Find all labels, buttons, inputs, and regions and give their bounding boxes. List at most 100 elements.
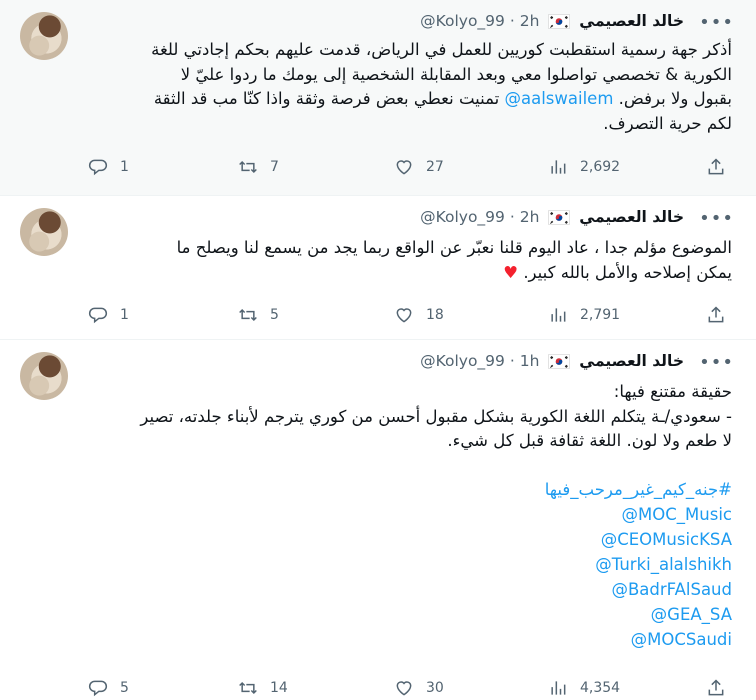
heart-icon: [394, 678, 414, 698]
reply-bubble-icon: [88, 678, 108, 698]
views-bar-icon: [548, 305, 568, 325]
avatar[interactable]: [20, 208, 68, 256]
tweet-3[interactable]: ••• خالد العصيمي @Kolyo_99 · 1h حقيقة مق…: [0, 340, 756, 696]
more-options-icon[interactable]: •••: [699, 12, 734, 33]
heart-icon: [394, 305, 414, 325]
text-line: أذكر جهة رسمية استقطبت كوريين للعمل في ا…: [151, 40, 732, 59]
like-count: 18: [426, 307, 444, 323]
avatar[interactable]: [20, 12, 68, 60]
text-line: لكم حرية التصرف.: [603, 113, 732, 133]
tweet-header: خالد العصيمي @Kolyo_99 · 2h: [84, 12, 684, 34]
text-line: حقيقة مقتنع فيها:: [613, 382, 732, 401]
view-count: 2,692: [580, 159, 621, 175]
author-handle[interactable]: @Kolyo_99: [420, 12, 505, 30]
view-count: 2,791: [580, 307, 621, 323]
retweet-button[interactable]: 7: [238, 155, 279, 179]
text-line: بقبول ولا برفض. @aalswailem تمنيت نعطي ب…: [92, 87, 732, 112]
reply-bubble-icon: [88, 305, 108, 325]
retweet-count: 5: [270, 307, 279, 323]
red-heart-emoji: ♥: [503, 262, 519, 282]
tweet-1[interactable]: ••• خالد العصيمي @Kolyo_99 · 2h أذكر جهة…: [0, 0, 756, 196]
author-meta: @Kolyo_99 · 2h: [420, 208, 539, 226]
author-meta: @Kolyo_99 · 2h: [420, 12, 539, 30]
more-options-icon[interactable]: •••: [699, 352, 734, 373]
text-fragment: يمكن إصلاحه والأمل بالله كبير.: [523, 262, 732, 282]
retweet-icon: [238, 157, 258, 177]
views-button[interactable]: 4,354: [548, 676, 620, 700]
view-count: 4,354: [580, 680, 621, 696]
reply-button[interactable]: 1: [88, 303, 129, 327]
mention-link[interactable]: @GEA_SA: [651, 605, 732, 624]
like-button[interactable]: 30: [394, 676, 444, 700]
south-korea-flag-icon: [548, 210, 570, 225]
tweet-header: خالد العصيمي @Kolyo_99 · 1h: [84, 352, 684, 374]
south-korea-flag-icon: [548, 354, 570, 369]
text-line: الكورية & تخصصي تواصلوا معي وبعد المقابل…: [180, 64, 732, 84]
retweet-button[interactable]: 5: [238, 303, 279, 327]
mention-link[interactable]: @Turki_alalshikh: [595, 555, 732, 574]
mention-link[interactable]: @MOC_Music: [622, 505, 732, 524]
retweet-count: 14: [270, 680, 288, 696]
meta-separator: ·: [509, 208, 515, 226]
retweet-icon: [238, 305, 258, 325]
retweet-icon: [238, 678, 258, 698]
like-button[interactable]: 27: [394, 155, 444, 179]
mention-link[interactable]: @BadrFAlSaud: [611, 580, 732, 599]
author-meta: @Kolyo_99 · 1h: [420, 352, 539, 370]
share-upload-icon: [706, 157, 726, 177]
meta-separator: ·: [509, 352, 515, 370]
like-count: 30: [426, 680, 444, 696]
views-button[interactable]: 2,791: [548, 303, 620, 327]
tweet-actions: 1 7 27 2,692: [82, 155, 732, 179]
author-name[interactable]: خالد العصيمي: [579, 352, 684, 370]
tweet-text: أذكر جهة رسمية استقطبت كوريين للعمل في ا…: [92, 38, 732, 136]
text-line: الموضوع مؤلم جدا ، عاد اليوم قلنا نعبّر …: [176, 238, 732, 257]
hashtag-link[interactable]: #جنه_كيم_غير_مرحب_فيها: [92, 478, 732, 503]
tweet-time[interactable]: 2h: [520, 208, 540, 226]
reply-count: 1: [120, 159, 129, 175]
text-line: يمكن إصلاحه والأمل بالله كبير. ♥: [92, 261, 732, 286]
views-bar-icon: [548, 157, 568, 177]
tweet-header: خالد العصيمي @Kolyo_99 · 2h: [84, 208, 684, 230]
share-button[interactable]: [706, 155, 726, 179]
text-line: لا طعم ولا لون. اللغة ثقافة قبل كل شيء.: [447, 431, 732, 450]
tweet-text: حقيقة مقتنع فيها: - سعودي/ـة يتكلم اللغة…: [92, 380, 732, 653]
tweet-time[interactable]: 2h: [520, 12, 540, 30]
share-button[interactable]: [706, 676, 726, 700]
share-upload-icon: [706, 305, 726, 325]
like-button[interactable]: 18: [394, 303, 444, 327]
retweet-count: 7: [270, 159, 279, 175]
views-button[interactable]: 2,692: [548, 155, 620, 179]
heart-icon: [394, 157, 414, 177]
tweet-2[interactable]: ••• خالد العصيمي @Kolyo_99 · 2h الموضوع …: [0, 196, 756, 340]
reply-button[interactable]: 5: [88, 676, 129, 700]
share-button[interactable]: [706, 303, 726, 327]
author-handle[interactable]: @Kolyo_99: [420, 208, 505, 226]
author-name[interactable]: خالد العصيمي: [579, 12, 684, 30]
retweet-button[interactable]: 14: [238, 676, 288, 700]
text-fragment: بقبول ولا برفض.: [618, 89, 732, 108]
avatar[interactable]: [20, 352, 68, 400]
tweet-text: الموضوع مؤلم جدا ، عاد اليوم قلنا نعبّر …: [92, 236, 732, 285]
meta-separator: ·: [509, 12, 515, 30]
reply-bubble-icon: [88, 157, 108, 177]
south-korea-flag-icon: [548, 14, 570, 29]
author-handle[interactable]: @Kolyo_99: [420, 352, 505, 370]
views-bar-icon: [548, 678, 568, 698]
mention-link[interactable]: @MOCSaudi: [631, 630, 732, 649]
reply-button[interactable]: 1: [88, 155, 129, 179]
author-name[interactable]: خالد العصيمي: [579, 208, 684, 226]
mention-link[interactable]: @CEOMusicKSA: [601, 530, 732, 549]
tweet-actions: 1 5 18 2,791: [82, 303, 732, 327]
tags-block: #جنه_كيم_غير_مرحب_فيها @MOC_Music @CEOMu…: [92, 478, 732, 653]
tweet-time[interactable]: 1h: [520, 352, 540, 370]
text-line: - سعودي/ـة يتكلم اللغة الكورية بشكل مقبو…: [140, 406, 732, 426]
tweet-actions: 5 14 30 4,354: [82, 676, 732, 700]
text-fragment: تمنيت نعطي بعض فرصة وثقة واذا كنّا مب قد…: [153, 89, 500, 108]
mention-link[interactable]: @aalswailem: [505, 89, 614, 108]
like-count: 27: [426, 159, 444, 175]
reply-count: 1: [120, 307, 129, 323]
share-upload-icon: [706, 678, 726, 698]
more-options-icon[interactable]: •••: [699, 208, 734, 229]
reply-count: 5: [120, 680, 129, 696]
